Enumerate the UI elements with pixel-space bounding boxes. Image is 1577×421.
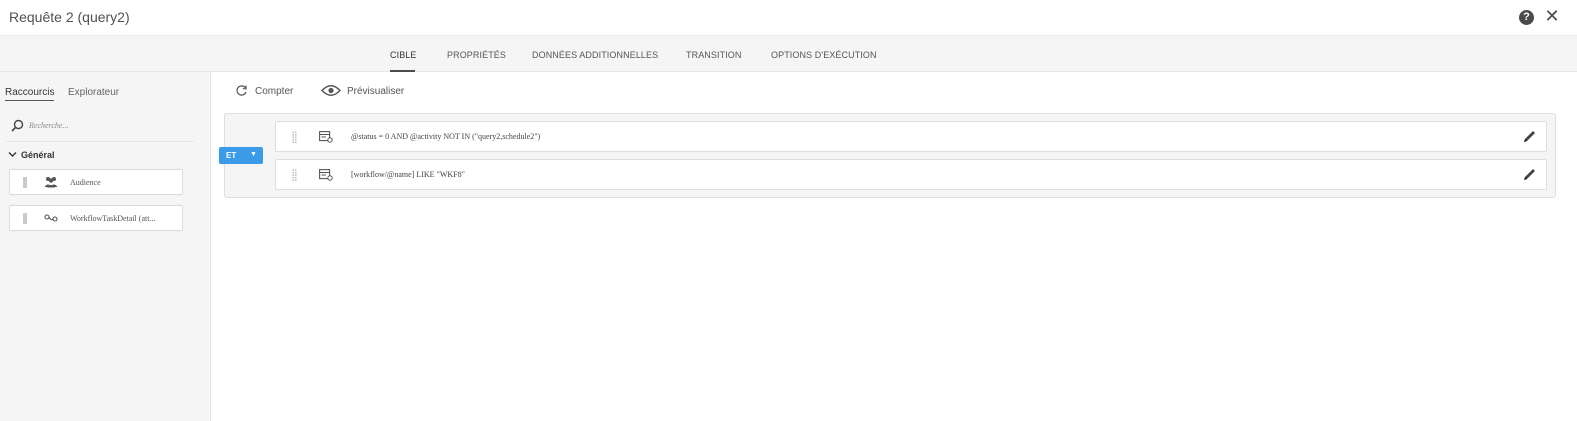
pencil-icon[interactable] (1522, 167, 1537, 182)
tab-donnees-additionnelles[interactable]: DONNÉES ADDITIONNELLES (532, 50, 658, 60)
tab-transition[interactable]: TRANSITION (686, 50, 742, 60)
refresh-icon (236, 85, 247, 96)
shortcut-audience[interactable]: Audience (9, 169, 183, 195)
pencil-icon[interactable] (1522, 129, 1537, 144)
condition-row[interactable]: [workflow/@name] LIKE "WKF8" (275, 159, 1547, 190)
count-button[interactable]: Compter (235, 84, 305, 100)
filter-rule-icon (319, 131, 333, 143)
condition-expression: [workflow/@name] LIKE "WKF8" (351, 170, 465, 179)
help-icon[interactable]: ? (1519, 10, 1534, 25)
group-general[interactable]: Général (8, 150, 55, 160)
drag-handle-icon[interactable] (23, 213, 27, 224)
shortcut-label: WorkflowTaskDetail (att... (70, 214, 156, 223)
close-icon[interactable]: ✕ (1544, 6, 1560, 26)
drag-handle-icon[interactable] (292, 131, 297, 143)
tab-proprietes[interactable]: PROPRIÉTÉS (447, 50, 506, 60)
link-icon (44, 214, 58, 222)
chevron-down-icon (8, 150, 17, 160)
tab-cible[interactable]: CIBLE (390, 50, 417, 60)
condition-row[interactable]: @status = 0 AND @activity NOT IN ("query… (275, 121, 1547, 152)
operator-dropdown[interactable]: ET ▼ (219, 147, 263, 164)
title-bar: Requête 2 (query2) ? ✕ (0, 0, 1577, 36)
audience-icon (44, 177, 58, 188)
tab-raccourcis[interactable]: Raccourcis (5, 87, 55, 101)
preview-button[interactable]: Prévisualiser (321, 84, 416, 100)
search-icon (11, 119, 24, 132)
tab-bar: CIBLE PROPRIÉTÉS DONNÉES ADDITIONNELLES … (0, 36, 1577, 72)
active-tab-indicator (390, 70, 415, 72)
filter-rule-icon (319, 169, 333, 181)
window-title: Requête 2 (query2) (9, 9, 130, 25)
drag-handle-icon[interactable] (23, 177, 27, 188)
eye-icon (321, 85, 341, 96)
group-label: Général (21, 150, 55, 160)
tab-options-execution[interactable]: OPTIONS D'EXÉCUTION (771, 50, 877, 60)
left-panel: Raccourcis Explorateur Général Audience (0, 72, 211, 421)
condition-expression: @status = 0 AND @activity NOT IN ("query… (351, 132, 541, 141)
tab-explorateur[interactable]: Explorateur (68, 87, 119, 98)
drag-handle-icon[interactable] (292, 169, 297, 181)
search-input[interactable] (29, 117, 189, 133)
search-divider (6, 141, 194, 142)
shortcut-label: Audience (70, 178, 101, 187)
shortcut-workflowtaskdetail[interactable]: WorkflowTaskDetail (att... (9, 205, 183, 231)
caret-down-icon: ▼ (250, 151, 257, 158)
